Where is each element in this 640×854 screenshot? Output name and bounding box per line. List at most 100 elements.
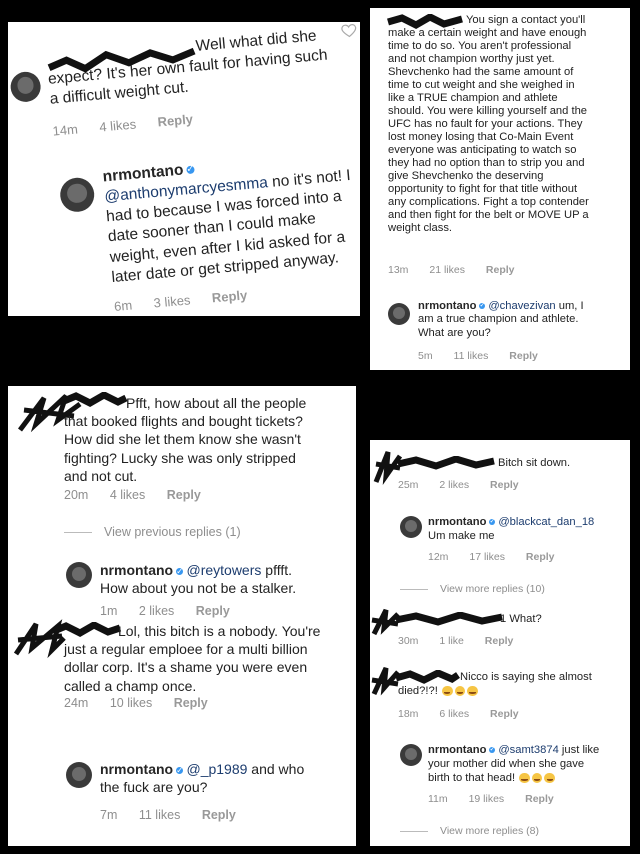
likes-count[interactable]: 11 likes (454, 350, 489, 362)
comment-text: Lol, this bitch is a nobody. You're just… (64, 623, 321, 694)
reply-button[interactable]: Reply (490, 708, 519, 720)
laughing-emoji-icon (467, 685, 478, 697)
comment-text: 1 What? (500, 613, 542, 625)
reply-meta: 12m 17 likes Reply (428, 551, 572, 563)
comment-text: Bitch sit down. (498, 457, 571, 469)
verified-badge-icon: ✓ (185, 163, 195, 175)
reply-button[interactable]: Reply (211, 287, 248, 305)
reply-text: nrmontano ✓ @blackcat_dan_18 Um make me (428, 516, 595, 542)
comment-meta: 18m 6 likes Reply (398, 708, 537, 720)
username[interactable]: nrmontano (100, 761, 173, 777)
avatar[interactable] (9, 70, 42, 104)
timestamp: 25m (398, 479, 419, 491)
avatar[interactable] (66, 762, 92, 788)
laughing-emoji-icon (531, 772, 543, 784)
verified-badge-icon: ✓ (479, 302, 486, 310)
reply-button[interactable]: Reply (202, 808, 236, 822)
reply-meta: 11m 19 likes Reply (428, 793, 572, 805)
likes-count[interactable]: 19 likes (469, 793, 505, 805)
timestamp: 30m (398, 635, 419, 647)
timestamp: 18m (398, 708, 419, 720)
likes-count[interactable]: 2 likes (439, 479, 469, 491)
mention-link[interactable]: @samt3874 (498, 744, 559, 756)
username[interactable]: nrmontano (428, 516, 486, 528)
comment-text: Well what did she expect? It's her own f… (47, 27, 329, 109)
avatar[interactable] (388, 303, 410, 325)
verified-badge-icon: ✓ (489, 518, 496, 526)
mention-link[interactable]: @_p1989 (186, 761, 247, 777)
likes-count[interactable]: 21 likes (429, 264, 465, 276)
comment-meta: 14m 4 likes Reply (51, 110, 212, 139)
reply-text: nrmontano ✓ @chavezivan um, I am a true ch… (418, 300, 584, 339)
comment-meta: 20m 4 likes Reply (64, 488, 219, 502)
reply-meta: 7m 11 likes Reply (100, 808, 254, 822)
likes-count[interactable]: 10 likes (110, 696, 152, 710)
mention-link[interactable]: @chavezivan (488, 300, 555, 312)
comment-text: Nicco is saying she almost died?!?! (398, 671, 592, 697)
verified-badge-icon: ✓ (176, 764, 184, 775)
timestamp: 6m (113, 297, 133, 314)
view-more-replies-button[interactable]: View more replies (8) (400, 825, 539, 837)
reply-button[interactable]: Reply (196, 604, 230, 618)
reply-meta: 5m 11 likes Reply (418, 350, 556, 362)
laughing-emoji-icon (441, 685, 453, 697)
likes-count[interactable]: 3 likes (153, 292, 191, 310)
timestamp: 7m (100, 808, 118, 822)
reply-button[interactable]: Reply (486, 264, 515, 276)
comment-text: Pfft, how about all the people that book… (64, 395, 307, 484)
comment-meta: 30m 1 like Reply (398, 635, 531, 647)
view-previous-replies-button[interactable]: View previous replies (1) (64, 525, 241, 539)
likes-count[interactable]: 11 likes (139, 808, 180, 822)
timestamp: 1m (100, 604, 118, 618)
reply-button[interactable]: Reply (526, 551, 555, 563)
avatar[interactable] (58, 176, 96, 214)
reply-button[interactable]: Reply (174, 696, 208, 710)
username[interactable]: nrmontano (418, 300, 476, 312)
comment-meta: 13m 21 likes Reply (388, 264, 532, 276)
comment-panel-4: Bitch sit down. 25m 2 likes Reply nrmont… (370, 440, 630, 846)
comment-meta: 24m 10 likes Reply (64, 696, 226, 710)
username[interactable]: nrmontano (428, 744, 486, 756)
comment-panel-1: Well what did she expect? It's her own f… (8, 22, 360, 316)
mention-link[interactable]: @reytowers (186, 562, 261, 578)
reply-text: nrmontano ✓ @reytowers pffft. How about yo… (100, 562, 297, 597)
heart-icon[interactable] (340, 23, 357, 38)
laughing-emoji-icon (544, 772, 556, 784)
timestamp: 12m (428, 551, 449, 563)
mention-link[interactable]: @blackcat_dan_18 (498, 516, 594, 528)
reply-meta: 1m 2 likes Reply (100, 604, 248, 618)
likes-count[interactable]: 1 like (439, 635, 464, 647)
timestamp: 13m (388, 264, 409, 276)
avatar[interactable] (66, 562, 92, 588)
view-more-replies-button[interactable]: View more replies (10) (400, 583, 545, 595)
timestamp: 20m (64, 488, 89, 502)
comment-text: You sign a contact you'll make a certain… (388, 14, 589, 234)
likes-count[interactable]: 17 likes (469, 551, 505, 563)
likes-count[interactable]: 2 likes (139, 604, 174, 618)
reply-button[interactable]: Reply (509, 350, 538, 362)
comment-panel-2: You sign a contact you'll make a certain… (370, 8, 630, 370)
likes-count[interactable]: 4 likes (110, 488, 145, 502)
username[interactable]: nrmontano (100, 562, 173, 578)
likes-count[interactable]: 4 likes (99, 116, 137, 134)
timestamp: 14m (51, 121, 79, 139)
timestamp: 11m (428, 793, 448, 805)
reply-button[interactable]: Reply (157, 111, 194, 129)
verified-badge-icon: ✓ (489, 746, 496, 754)
avatar[interactable] (400, 516, 422, 538)
reply-button[interactable]: Reply (485, 635, 514, 647)
reply-text: nrmontano ✓ @_p1989 and who the fuck are y… (100, 761, 305, 796)
likes-count[interactable]: 6 likes (439, 708, 469, 720)
reply-button[interactable]: Reply (490, 479, 519, 491)
comment-meta: 25m 2 likes Reply (398, 479, 537, 491)
reply-button[interactable]: Reply (167, 488, 201, 502)
avatar[interactable] (400, 744, 422, 766)
reply-text: nrmontano ✓ @anthonymarcyesmma no it's no… (102, 161, 352, 286)
laughing-emoji-icon (454, 685, 466, 697)
timestamp: 24m (64, 696, 89, 710)
comment-panel-3: Pfft, how about all the people that book… (8, 386, 356, 846)
timestamp: 5m (418, 350, 433, 362)
reply-text: nrmontano ✓ @samt3874 just like your mothe… (428, 744, 600, 784)
reply-button[interactable]: Reply (525, 793, 554, 805)
verified-badge-icon: ✓ (176, 565, 184, 576)
